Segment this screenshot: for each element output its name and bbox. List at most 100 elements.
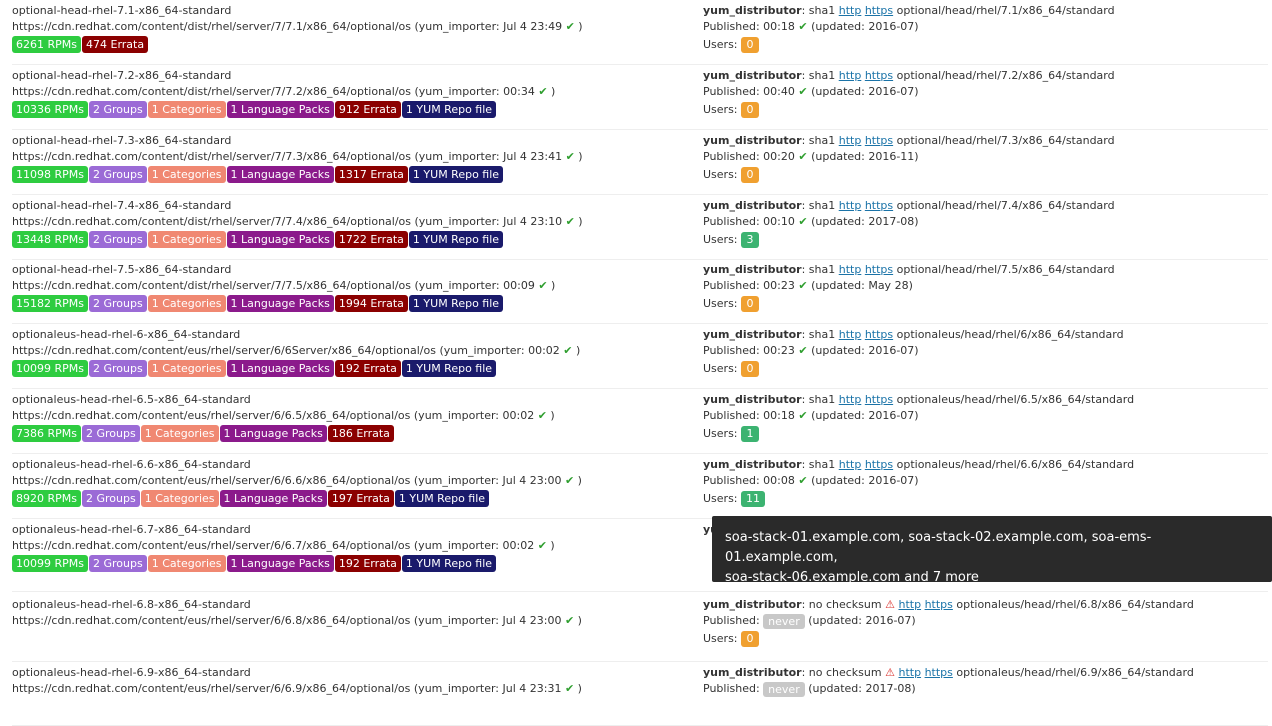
checksum-label: : sha1	[801, 69, 836, 82]
grp-badge[interactable]: 2 Groups	[89, 231, 147, 248]
rpm-badge[interactable]: 10099 RPMs	[12, 360, 88, 377]
repo-url: https://cdn.redhat.com/content/eus/rhel/…	[12, 539, 535, 552]
rpm-badge[interactable]: 7386 RPMs	[12, 425, 81, 442]
grp-badge[interactable]: 2 Groups	[89, 555, 147, 572]
http-link[interactable]: http	[839, 263, 862, 276]
yum-badge[interactable]: 1 YUM Repo file	[401, 101, 497, 118]
https-link[interactable]: https	[865, 199, 893, 212]
users-count-badge[interactable]: 1	[741, 426, 760, 442]
published-time: 00:18	[763, 20, 795, 33]
http-link[interactable]: http	[839, 4, 862, 17]
https-link[interactable]: https	[865, 458, 893, 471]
published-label: Published:	[703, 215, 760, 228]
users-count-badge[interactable]: 3	[741, 232, 760, 248]
rpm-badge[interactable]: 11098 RPMs	[12, 166, 88, 183]
yum-badge[interactable]: 1 YUM Repo file	[401, 360, 497, 377]
rpm-badge[interactable]: 13448 RPMs	[12, 231, 88, 248]
lang-badge[interactable]: 1 Language Packs	[226, 555, 334, 572]
lang-badge[interactable]: 1 Language Packs	[219, 490, 327, 507]
users-label: Users:	[703, 103, 738, 116]
cat-badge[interactable]: 1 Categories	[147, 166, 226, 183]
rpm-badge[interactable]: 8920 RPMs	[12, 490, 81, 507]
rpm-badge[interactable]: 10336 RPMs	[12, 101, 88, 118]
cat-badge[interactable]: 1 Categories	[147, 295, 226, 312]
https-link[interactable]: https	[865, 4, 893, 17]
never-badge: never	[763, 681, 805, 697]
rpm-badge[interactable]: 10099 RPMs	[12, 555, 88, 572]
users-count-badge[interactable]: 0	[741, 631, 760, 647]
yum-badge[interactable]: 1 YUM Repo file	[408, 231, 504, 248]
repo-name-line: optional-head-rhel-7.2-x86_64-standard	[12, 68, 692, 84]
grp-badge[interactable]: 2 Groups	[82, 490, 140, 507]
repo-badges: 13448 RPMs 2 Groups 1 Categories 1 Language…	[12, 231, 692, 249]
grp-badge[interactable]: 2 Groups	[89, 101, 147, 118]
cat-badge[interactable]: 1 Categories	[147, 555, 226, 572]
https-link[interactable]: https	[865, 393, 893, 406]
https-link[interactable]: https	[925, 666, 953, 679]
users-count-badge[interactable]: 0	[741, 102, 760, 118]
lang-badge[interactable]: 1 Language Packs	[226, 166, 334, 183]
err-badge[interactable]: 197 Errata	[327, 490, 394, 507]
err-badge[interactable]: 1722 Errata	[334, 231, 408, 248]
grp-badge[interactable]: 2 Groups	[89, 166, 147, 183]
yum-badge[interactable]: 1 YUM Repo file	[394, 490, 490, 507]
repo-url: https://cdn.redhat.com/content/dist/rhel…	[12, 215, 563, 228]
repo-url-line: https://cdn.redhat.com/content/dist/rhel…	[12, 85, 556, 98]
http-link[interactable]: http	[898, 666, 921, 679]
yum-badge[interactable]: 1 YUM Repo file	[401, 555, 497, 572]
yum-badge[interactable]: 1 YUM Repo file	[408, 166, 504, 183]
err-badge[interactable]: 192 Errata	[334, 555, 401, 572]
users-count-badge[interactable]: 0	[741, 167, 760, 183]
rpm-badge[interactable]: 6261 RPMs	[12, 36, 81, 53]
lang-badge[interactable]: 1 Language Packs	[226, 360, 334, 377]
lang-badge[interactable]: 1 Language Packs	[219, 425, 327, 442]
http-link[interactable]: http	[839, 458, 862, 471]
lang-badge[interactable]: 1 Language Packs	[226, 231, 334, 248]
http-link[interactable]: http	[839, 69, 862, 82]
http-link[interactable]: http	[839, 328, 862, 341]
err-badge[interactable]: 474 Errata	[82, 36, 149, 53]
cat-badge[interactable]: 1 Categories	[147, 101, 226, 118]
https-link[interactable]: https	[865, 134, 893, 147]
lang-badge[interactable]: 1 Language Packs	[226, 101, 334, 118]
published-line: Published: never (updated: 2017-08)	[703, 681, 1268, 697]
http-link[interactable]: http	[839, 393, 862, 406]
repo-row: optional-head-rhel-7.2-x86_64-standard ht…	[12, 68, 1268, 130]
repo-info: optional-head-rhel-7.1-x86_64-standard ht…	[12, 3, 692, 54]
https-link[interactable]: https	[865, 69, 893, 82]
http-link[interactable]: http	[898, 598, 921, 611]
users-count-badge[interactable]: 0	[741, 37, 760, 53]
cat-badge[interactable]: 1 Categories	[140, 425, 219, 442]
cat-badge[interactable]: 1 Categories	[147, 231, 226, 248]
http-link[interactable]: http	[839, 199, 862, 212]
repo-url: https://cdn.redhat.com/content/eus/rhel/…	[12, 474, 562, 487]
grp-badge[interactable]: 2 Groups	[89, 360, 147, 377]
users-count-badge[interactable]: 0	[741, 296, 760, 312]
https-link[interactable]: https	[925, 598, 953, 611]
check-icon: ✔	[798, 474, 808, 487]
updated-date: (updated: 2017-08)	[811, 215, 919, 228]
https-link[interactable]: https	[865, 263, 893, 276]
repo-badges: 10099 RPMs 2 Groups 1 Categories 1 Language…	[12, 555, 692, 573]
repo-url: https://cdn.redhat.com/content/eus/rhel/…	[12, 409, 535, 422]
repo-row: optional-head-rhel-7.4-x86_64-standard ht…	[12, 198, 1268, 260]
err-badge[interactable]: 192 Errata	[334, 360, 401, 377]
users-count-badge[interactable]: 0	[741, 361, 760, 377]
http-link[interactable]: http	[839, 134, 862, 147]
users-count-badge[interactable]: 11	[741, 491, 766, 507]
repo-url: https://cdn.redhat.com/content/dist/rhel…	[12, 20, 563, 33]
grp-badge[interactable]: 2 Groups	[89, 295, 147, 312]
https-link[interactable]: https	[865, 328, 893, 341]
grp-badge[interactable]: 2 Groups	[82, 425, 140, 442]
repo-url-line: https://cdn.redhat.com/content/dist/rhel…	[12, 279, 556, 292]
repo-url-line: https://cdn.redhat.com/content/dist/rhel…	[12, 215, 583, 228]
yum-badge[interactable]: 1 YUM Repo file	[408, 295, 504, 312]
err-badge[interactable]: 186 Errata	[327, 425, 394, 442]
lang-badge[interactable]: 1 Language Packs	[226, 295, 334, 312]
cat-badge[interactable]: 1 Categories	[140, 490, 219, 507]
rpm-badge[interactable]: 15182 RPMs	[12, 295, 88, 312]
err-badge[interactable]: 912 Errata	[334, 101, 401, 118]
err-badge[interactable]: 1994 Errata	[334, 295, 408, 312]
err-badge[interactable]: 1317 Errata	[334, 166, 408, 183]
cat-badge[interactable]: 1 Categories	[147, 360, 226, 377]
